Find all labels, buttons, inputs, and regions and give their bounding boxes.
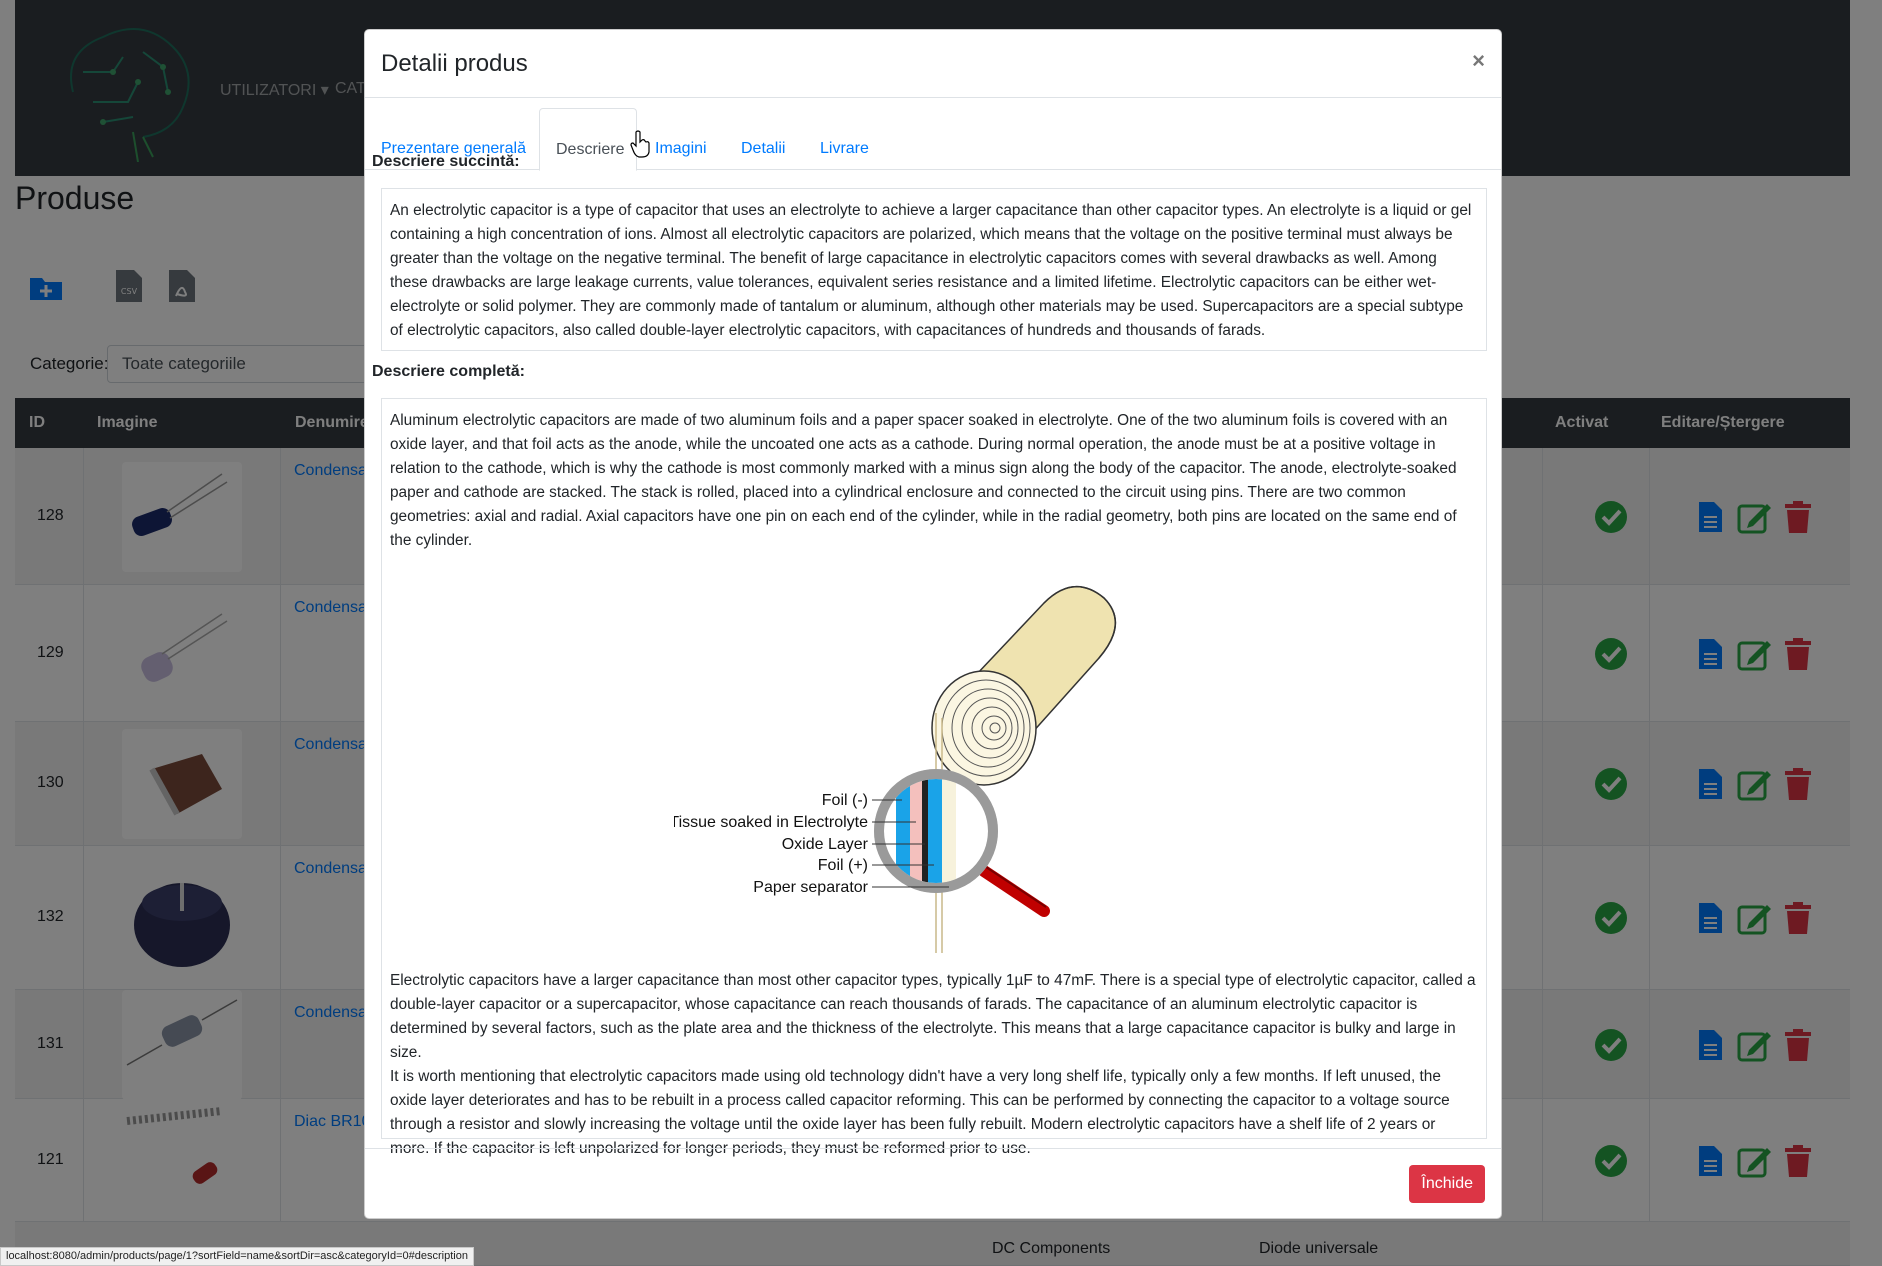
full-description-paragraph-3: It is worth mentioning that electrolytic… — [390, 1068, 1450, 1157]
full-description-box: Aluminum electrolytic capacitors are mad… — [381, 398, 1487, 1157]
tab-details[interactable]: Detalii — [741, 108, 785, 170]
full-description-paragraph-2: Electrolytic capacitors have a larger ca… — [390, 972, 1476, 1061]
label-tissue-electrolyte: Tissue soaked in Electrolyte — [674, 814, 868, 831]
hand-cursor-icon — [630, 130, 650, 158]
modal-header: Detalii produs × — [365, 30, 1501, 98]
close-button[interactable]: Închide — [1409, 1165, 1485, 1203]
full-description-paragraph-1: Aluminum electrolytic capacitors are mad… — [390, 412, 1457, 549]
modal-footer: Închide — [365, 1148, 1501, 1220]
tab-delivery[interactable]: Livrare — [820, 108, 869, 170]
tab-description[interactable]: Descriere — [539, 108, 637, 171]
full-description-label: Descriere completă: — [372, 363, 525, 380]
close-icon[interactable]: × — [1472, 48, 1485, 74]
short-description-label: Descriere succintă: — [372, 153, 520, 170]
label-oxide-layer: Oxide Layer — [782, 836, 869, 853]
label-foil-positive: Foil (+) — [818, 857, 868, 874]
status-bar-url: localhost:8080/admin/products/page/1?sor… — [0, 1247, 474, 1266]
product-details-modal: Detalii produs × Prezentare generală Des… — [364, 29, 1502, 1219]
label-paper-separator: Paper separator — [753, 879, 868, 896]
short-description-box: An electrolytic capacitor is a type of c… — [381, 188, 1487, 351]
short-description-text: An electrolytic capacitor is a type of c… — [390, 202, 1472, 339]
modal-tabs: Prezentare generală Descriere Imagini De… — [365, 98, 1501, 171]
modal-title: Detalii produs — [381, 50, 528, 77]
tab-images[interactable]: Imagini — [655, 108, 707, 170]
capacitor-diagram: Foil (-) Tissue soaked in Electrolyte Ox… — [674, 585, 1117, 953]
label-foil-negative: Foil (-) — [822, 792, 868, 809]
